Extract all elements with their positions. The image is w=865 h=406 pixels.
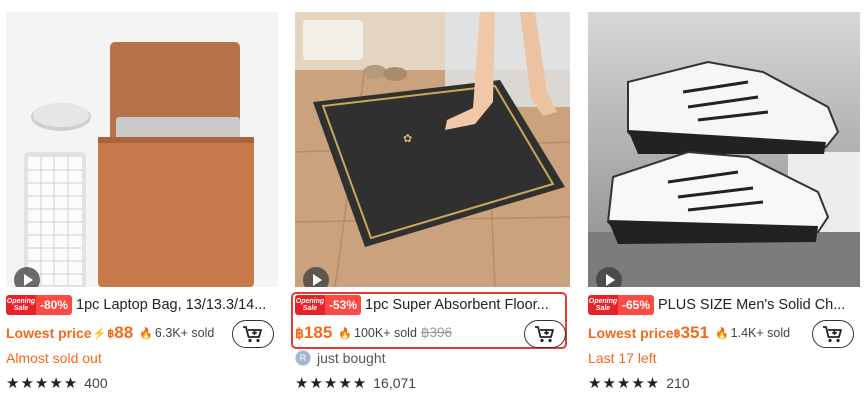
discount-percent: -65% <box>618 295 655 315</box>
price-row: ฿ 185 🔥 100K+ sold ฿396 <box>295 320 452 346</box>
badge-line1: Opening <box>295 297 325 305</box>
add-to-cart-button[interactable] <box>524 320 566 348</box>
sold-count: 100K+ sold <box>354 326 417 340</box>
sale-badge: Opening Sale -53% <box>295 295 362 315</box>
sale-badge: Opening Sale -80% <box>6 295 73 315</box>
product-image[interactable] <box>6 12 278 287</box>
rating: ★★★★★ 210 <box>588 374 690 392</box>
star-icons: ★★★★★ <box>6 375 79 392</box>
badge-line2: Sale <box>13 305 29 312</box>
title-row: Opening Sale -53% 1pc Super Absorbent Fl… <box>295 294 570 316</box>
product-image[interactable]: ✿ <box>295 12 570 287</box>
price-row: Lowest price ฿ 351 🔥 1.4K+ sold <box>588 320 790 346</box>
product-title[interactable]: 1pc Super Absorbent Floor... <box>365 297 549 313</box>
stock-status: Almost sold out <box>6 350 102 366</box>
sold-count: 1.4K+ sold <box>730 326 791 340</box>
currency-symbol: ฿ <box>107 327 115 340</box>
play-icon[interactable] <box>303 267 329 287</box>
price: 88 <box>114 323 134 342</box>
lowest-price-label: Lowest price <box>6 325 92 341</box>
play-icon[interactable] <box>14 267 40 287</box>
sold-count: 6.3K+ sold <box>154 326 215 340</box>
add-to-cart-button[interactable] <box>812 320 854 348</box>
avatar: R <box>295 350 311 366</box>
price: 185 <box>303 323 333 342</box>
product-title[interactable]: 1pc Laptop Bag, 13/13.3/14... <box>76 297 266 313</box>
rating-count: 210 <box>666 375 690 391</box>
product-card[interactable]: Opening Sale -65% PLUS SIZE Men's Solid … <box>588 0 860 406</box>
play-icon[interactable] <box>596 267 622 287</box>
original-price: ฿396 <box>420 325 453 340</box>
product-image[interactable] <box>588 12 860 287</box>
sale-badge: Opening Sale -65% <box>588 295 655 315</box>
recent-buyer: R just bought <box>295 350 386 366</box>
bolt-icon: ⚡ <box>92 327 107 340</box>
title-row: Opening Sale -65% PLUS SIZE Men's Solid … <box>588 294 860 316</box>
currency-symbol: ฿ <box>295 324 304 341</box>
price-row: Lowest price ⚡ ฿ 88 🔥 6.3K+ sold <box>6 320 214 346</box>
product-card[interactable]: Opening Sale -80% 1pc Laptop Bag, 13/13.… <box>6 0 278 406</box>
discount-percent: -80% <box>36 295 73 315</box>
fire-icon: 🔥 <box>338 327 352 340</box>
product-card[interactable]: ✿ Opening Sale -53% 1pc Super Absorbent … <box>291 0 570 406</box>
cart-plus-icon <box>535 326 554 343</box>
currency-symbol: ฿ <box>673 327 681 340</box>
lowest-price-label: Lowest price <box>588 325 674 341</box>
discount-percent: -53% <box>325 295 362 315</box>
stock-status: Last 17 left <box>588 350 657 366</box>
rating: ★★★★★ 400 <box>6 374 108 392</box>
cart-plus-icon <box>823 326 842 343</box>
badge-line2: Sale <box>302 305 318 312</box>
just-bought-text: just bought <box>317 350 386 366</box>
star-icons: ★★★★★ <box>588 375 661 392</box>
svg-text:✿: ✿ <box>403 133 412 145</box>
badge-line1: Opening <box>588 297 618 305</box>
rating-count: 16,071 <box>373 375 417 391</box>
star-icons: ★★★★★ <box>295 375 368 392</box>
fire-icon: 🔥 <box>714 327 729 340</box>
cart-plus-icon <box>243 326 262 343</box>
rating-count: 400 <box>84 375 108 391</box>
product-title[interactable]: PLUS SIZE Men's Solid Ch... <box>658 297 845 313</box>
price: 351 <box>680 323 709 342</box>
title-row: Opening Sale -80% 1pc Laptop Bag, 13/13.… <box>6 294 278 316</box>
fire-icon: 🔥 <box>139 327 153 340</box>
badge-line1: Opening <box>6 297 36 305</box>
badge-line2: Sale <box>595 305 611 312</box>
rating: ★★★★★ 16,071 <box>295 374 416 392</box>
add-to-cart-button[interactable] <box>232 320 274 348</box>
